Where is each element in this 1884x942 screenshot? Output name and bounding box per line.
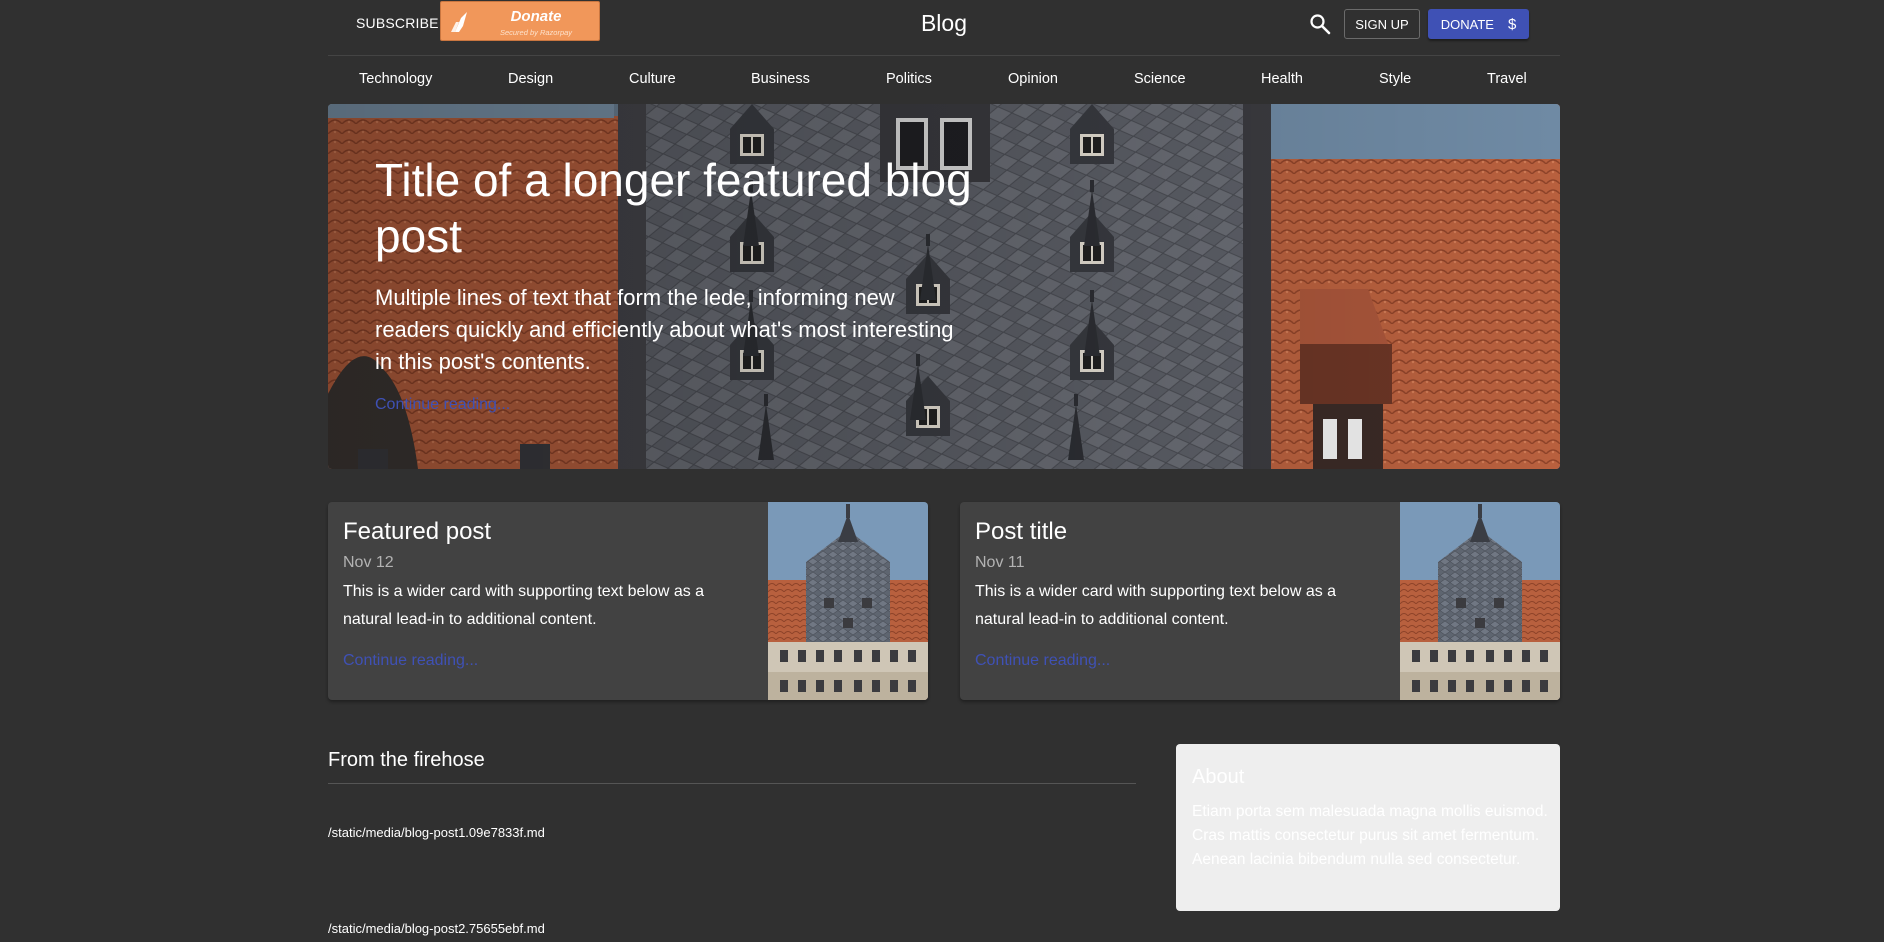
nav-item-travel[interactable]: Travel xyxy=(1487,71,1527,87)
hero-title: Title of a longer featured blog post xyxy=(375,154,972,262)
sign-up-button[interactable]: SIGN UP xyxy=(1344,9,1420,39)
card-continue-reading-link[interactable]: Continue reading... xyxy=(975,652,1110,670)
post-file-link[interactable]: /static/media/blog-post2.75655ebf.md xyxy=(328,921,545,936)
hero-continue-reading-link[interactable]: Continue reading... xyxy=(375,396,510,414)
section-title: From the firehose xyxy=(328,749,485,771)
nav-item-opinion[interactable]: Opinion xyxy=(1008,71,1058,87)
about-text: Etiam porta sem malesuada magna mollis e… xyxy=(1192,803,1548,868)
card-image xyxy=(1400,502,1560,700)
dollar-icon: $ xyxy=(1507,15,1517,33)
razorpay-donate-button[interactable]: Donate Secured by Razorpay xyxy=(440,1,600,41)
nav-item-science[interactable]: Science xyxy=(1134,71,1186,87)
nav-item-culture[interactable]: Culture xyxy=(629,71,676,87)
card-title: Featured post xyxy=(343,518,492,545)
card-continue-reading-link[interactable]: Continue reading... xyxy=(343,652,478,670)
nav-item-health[interactable]: Health xyxy=(1261,71,1303,87)
card-date: Nov 11 xyxy=(975,554,1025,571)
featured-post-card[interactable]: Featured post Nov 12 This is a wider car… xyxy=(328,502,928,700)
about-panel: About Etiam porta sem malesuada magna mo… xyxy=(1176,744,1560,911)
section-divider xyxy=(328,783,1136,784)
donate-button-label: DONATE xyxy=(1440,16,1494,32)
category-nav: Technology Design Culture Business Polit… xyxy=(328,57,1560,103)
nav-item-style[interactable]: Style xyxy=(1379,71,1411,87)
donate-button[interactable]: DONATE $ xyxy=(1428,9,1529,39)
top-header: SUBSCRIBE Donate Secured by Razorpay Blo… xyxy=(328,0,1560,56)
card-description: This is a wider card with supporting tex… xyxy=(975,583,1337,628)
nav-item-technology[interactable]: Technology xyxy=(359,71,432,87)
donate-badge-title: Donate xyxy=(510,8,562,25)
post-file-link[interactable]: /static/media/blog-post1.09e7833f.md xyxy=(328,825,545,840)
card-title: Post title xyxy=(975,518,1068,545)
card-description: This is a wider card with supporting tex… xyxy=(343,583,705,628)
search-icon[interactable] xyxy=(1308,12,1332,36)
nav-item-business[interactable]: Business xyxy=(751,71,810,87)
featured-hero: Title of a longer featured blog post Mul… xyxy=(328,104,1560,469)
nav-item-design[interactable]: Design xyxy=(508,71,553,87)
card-image xyxy=(768,502,928,700)
hero-lede: Multiple lines of text that form the led… xyxy=(375,285,954,374)
nav-item-politics[interactable]: Politics xyxy=(886,71,932,87)
about-title: About xyxy=(1192,766,1245,788)
donate-badge-subtitle: Secured by Razorpay xyxy=(499,28,573,37)
brand-title[interactable]: Blog xyxy=(921,10,967,36)
card-date: Nov 12 xyxy=(343,554,394,571)
razorpay-logo-icon xyxy=(451,12,467,32)
post-title-card[interactable]: Post title Nov 11 This is a wider card w… xyxy=(960,502,1560,700)
subscribe-button[interactable]: SUBSCRIBE xyxy=(356,15,439,31)
